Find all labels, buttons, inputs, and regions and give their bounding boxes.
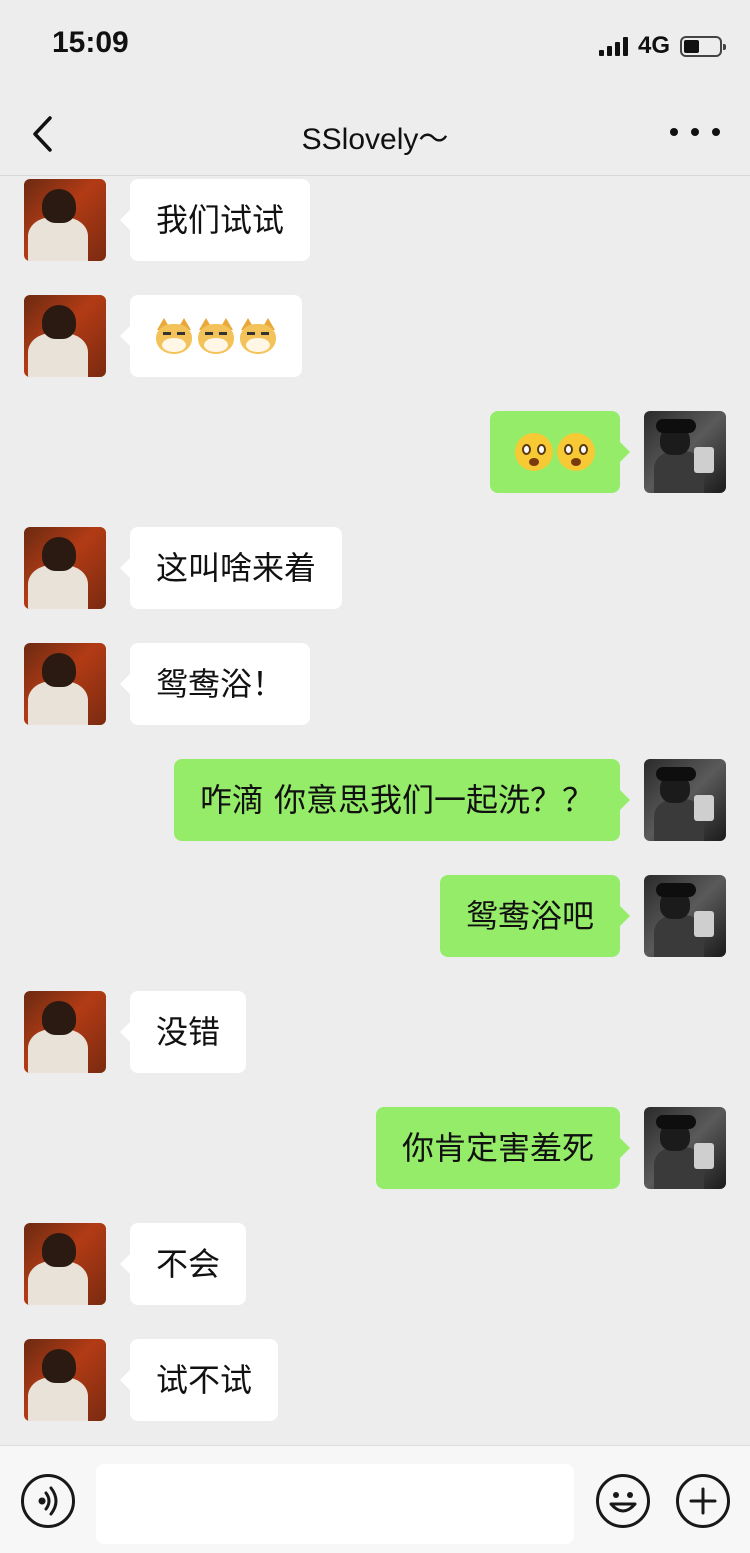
message-text: 咋滴 你意思我们一起洗？？ (199, 781, 594, 819)
input-bar (0, 1445, 750, 1553)
message-text: 你肯定害羞死 (401, 1129, 594, 1167)
message-text: 不会 (156, 1245, 221, 1283)
message-row: 鸳鸯浴！ (0, 643, 750, 725)
voice-button[interactable] (21, 1474, 75, 1528)
message-text: 没错 (156, 1013, 221, 1051)
message-text: 鸳鸯浴！ (156, 665, 285, 703)
message-row: 你肯定害羞死 (0, 1107, 750, 1189)
more-dots-icon (670, 128, 678, 136)
message-bubble[interactable]: 我们试试 (119, 179, 311, 261)
emoji-icon (609, 1492, 637, 1513)
chat-title: SSlovely～ (301, 123, 449, 156)
message-row: 我们试试 (0, 179, 750, 261)
message-bubble[interactable]: 不会 (119, 1223, 247, 1305)
crying-face-emoji-icon (556, 432, 596, 472)
emoji-button[interactable] (596, 1474, 650, 1528)
status-time: 15:09 (52, 26, 129, 59)
message-input[interactable] (96, 1464, 574, 1544)
message-bubble[interactable] (490, 411, 630, 493)
more-button[interactable] (670, 112, 720, 152)
my-avatar[interactable] (644, 759, 726, 841)
nav-bar: SSlovely～ (0, 92, 750, 176)
message-row (0, 411, 750, 493)
message-bubble[interactable]: 咋滴 你意思我们一起洗？？ (173, 759, 631, 841)
dog-face-emoji-icon (154, 316, 194, 356)
message-bubble[interactable]: 鸳鸯浴吧 (439, 875, 631, 957)
message-row: 试不试 (0, 1339, 750, 1421)
message-text: 鸳鸯浴吧 (465, 897, 594, 935)
my-avatar[interactable] (644, 1107, 726, 1189)
contact-avatar[interactable] (24, 527, 106, 609)
message-row: 鸳鸯浴吧 (0, 875, 750, 957)
message-bubble[interactable]: 没错 (119, 991, 247, 1073)
my-avatar[interactable] (644, 875, 726, 957)
message-text: 试不试 (156, 1361, 253, 1399)
contact-avatar[interactable] (24, 1339, 106, 1421)
dog-face-emoji-icon (196, 316, 236, 356)
message-bubble[interactable] (120, 295, 302, 377)
message-text: 我们试试 (156, 201, 285, 239)
status-bar: 15:09 4G (0, 0, 750, 92)
message-bubble[interactable]: 鸳鸯浴！ (119, 643, 311, 725)
contact-avatar[interactable] (24, 643, 106, 725)
message-bubble[interactable]: 这叫啥来着 (119, 527, 343, 609)
plus-icon (689, 1487, 717, 1515)
voice-icon (38, 1486, 58, 1516)
signal-icon (598, 36, 628, 56)
my-avatar[interactable] (644, 411, 726, 493)
crying-face-emoji-icon (514, 432, 554, 472)
status-indicators: 4G (598, 30, 726, 62)
network-type: 4G (637, 32, 670, 59)
message-bubble[interactable]: 试不试 (119, 1339, 279, 1421)
contact-avatar[interactable] (24, 179, 106, 261)
message-row: 这叫啥来着 (0, 527, 750, 609)
contact-avatar[interactable] (24, 1223, 106, 1305)
message-row: 没错 (0, 991, 750, 1073)
chat-message-list[interactable]: 我们试试这叫啥来着鸳鸯浴！ 咋滴 你意思我们一起洗？？ 鸳鸯浴吧没错你肯定害羞死不会… (0, 177, 750, 1445)
message-text: 这叫啥来着 (156, 549, 317, 587)
battery-icon (680, 35, 726, 57)
message-row: 咋滴 你意思我们一起洗？？ (0, 759, 750, 841)
message-bubble[interactable]: 你肯定害羞死 (375, 1107, 631, 1189)
message-row (0, 295, 750, 377)
more-functions-button[interactable] (676, 1474, 730, 1528)
contact-avatar[interactable] (24, 295, 106, 377)
message-row: 不会 (0, 1223, 750, 1305)
dog-face-emoji-icon (238, 316, 278, 356)
contact-avatar[interactable] (24, 991, 106, 1073)
